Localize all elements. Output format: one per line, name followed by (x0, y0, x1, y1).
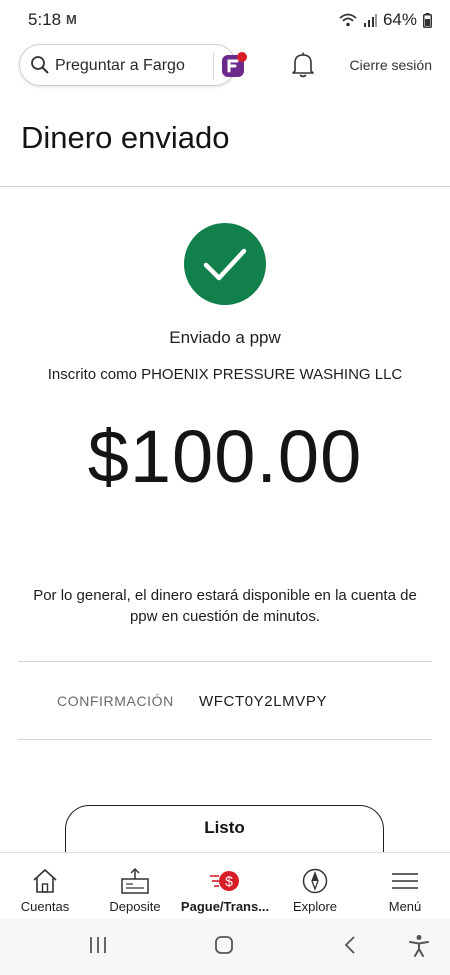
house-icon (33, 868, 57, 893)
search-label: Preguntar a Fargo (55, 57, 185, 74)
nav-item-menu[interactable]: Menú (360, 853, 450, 919)
bottom-nav: Cuentas Deposite $ Pague/Trans... Explor… (0, 852, 450, 918)
compass-icon (302, 868, 328, 894)
nav-item-pay-transfer[interactable]: $ Pague/Trans... (180, 853, 270, 919)
nav-label: Explore (292, 899, 338, 914)
nav-label: Pague/Trans... (180, 899, 270, 914)
confirmation-top-divider (18, 661, 432, 662)
recent-apps-icon[interactable] (88, 934, 108, 956)
done-button[interactable]: Listo (65, 805, 384, 853)
accessibility-icon[interactable] (408, 934, 430, 958)
nav-label: Cuentas (20, 899, 70, 914)
confirmation-label: CONFIRMACIÓN (57, 693, 174, 709)
battery-percentage: 64% (382, 10, 417, 29)
pay-transfer-icon: $ (210, 871, 239, 891)
status-indicators: 64% (339, 10, 432, 30)
back-icon[interactable] (340, 934, 360, 956)
wifi-icon (339, 13, 357, 27)
logout-link[interactable]: Cierre sesión (350, 57, 432, 73)
nav-item-accounts[interactable]: Cuentas (0, 853, 90, 919)
nav-item-deposit[interactable]: Deposite (90, 853, 180, 919)
title-divider (0, 186, 450, 187)
ask-fargo-search[interactable]: Preguntar a Fargo (19, 44, 247, 86)
confirmation-bottom-divider (18, 739, 432, 740)
page-title: Dinero enviado (21, 120, 230, 155)
status-time: 5:18 (28, 10, 62, 29)
search-divider (213, 52, 214, 80)
recipient-line: Enviado a ppw (169, 328, 281, 347)
nav-label: Menú (388, 899, 422, 914)
mail-notification-icon: M (66, 12, 77, 27)
search-icon (31, 56, 49, 74)
app-header: Preguntar a Fargo Cierre sesión (0, 42, 450, 88)
home-button-icon[interactable] (213, 934, 235, 956)
svg-text:$: $ (225, 873, 233, 889)
amount-display: $100.00 (87, 415, 363, 498)
nav-label: Deposite (109, 899, 161, 914)
status-bar: 5:18 M 64% (0, 0, 450, 40)
fargo-assistant-icon[interactable] (220, 51, 248, 79)
battery-icon (423, 12, 432, 28)
availability-note: Por lo general, el dinero estará disponi… (33, 587, 417, 625)
success-check-icon (184, 223, 266, 305)
nav-item-explore[interactable]: Explore (270, 853, 360, 919)
enrolled-name-line: Inscrito como PHOENIX PRESSURE WASHING L… (47, 366, 403, 383)
menu-icon (392, 873, 418, 889)
signal-icon (363, 14, 377, 27)
notifications-bell-icon[interactable] (290, 51, 316, 79)
confirmation-number: WFCT0Y2LMVPY (199, 693, 328, 710)
deposit-icon (121, 867, 149, 894)
system-navigation-bar (0, 918, 450, 975)
